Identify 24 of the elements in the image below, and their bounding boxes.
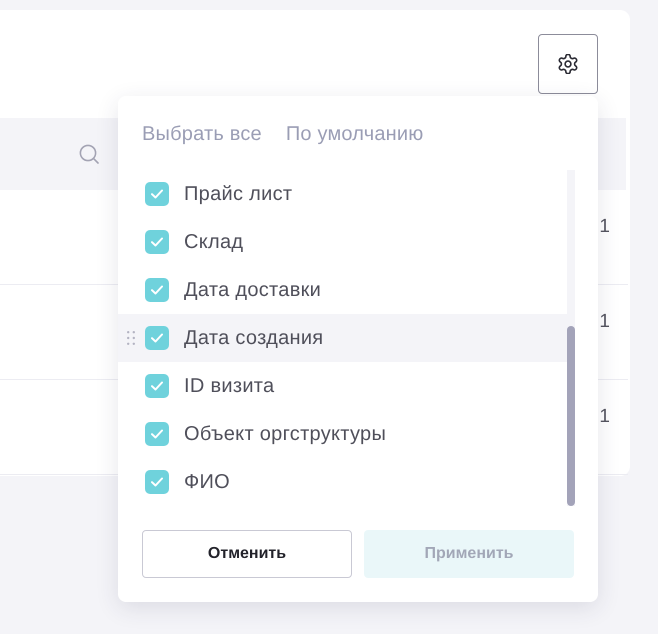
checkbox[interactable] [145,470,169,494]
table-cell: 1 [599,405,610,429]
checkmark-icon [151,477,163,487]
checkmark-icon [151,237,163,247]
checkbox[interactable] [145,230,169,254]
table-cell: 1 [599,310,610,334]
checkbox[interactable] [145,326,169,350]
search-icon[interactable] [79,144,99,164]
table-cell: 1 [599,215,610,239]
cancel-button[interactable]: Отменить [142,530,352,578]
checkbox[interactable] [145,422,169,446]
checkmark-icon [151,333,163,343]
checkmark-icon [151,285,163,295]
drag-handle-icon[interactable] [127,331,135,345]
checkmark-icon [151,189,163,199]
scrollbar-thumb[interactable] [567,326,575,506]
checkmark-icon [151,429,163,439]
settings-icon [558,54,578,74]
checkmark-icon [151,381,163,391]
checkbox[interactable] [145,278,169,302]
column-list-item[interactable]: Дата создания [118,314,567,362]
checkbox[interactable] [145,182,169,206]
settings-button[interactable] [538,34,598,94]
checkbox[interactable] [145,374,169,398]
